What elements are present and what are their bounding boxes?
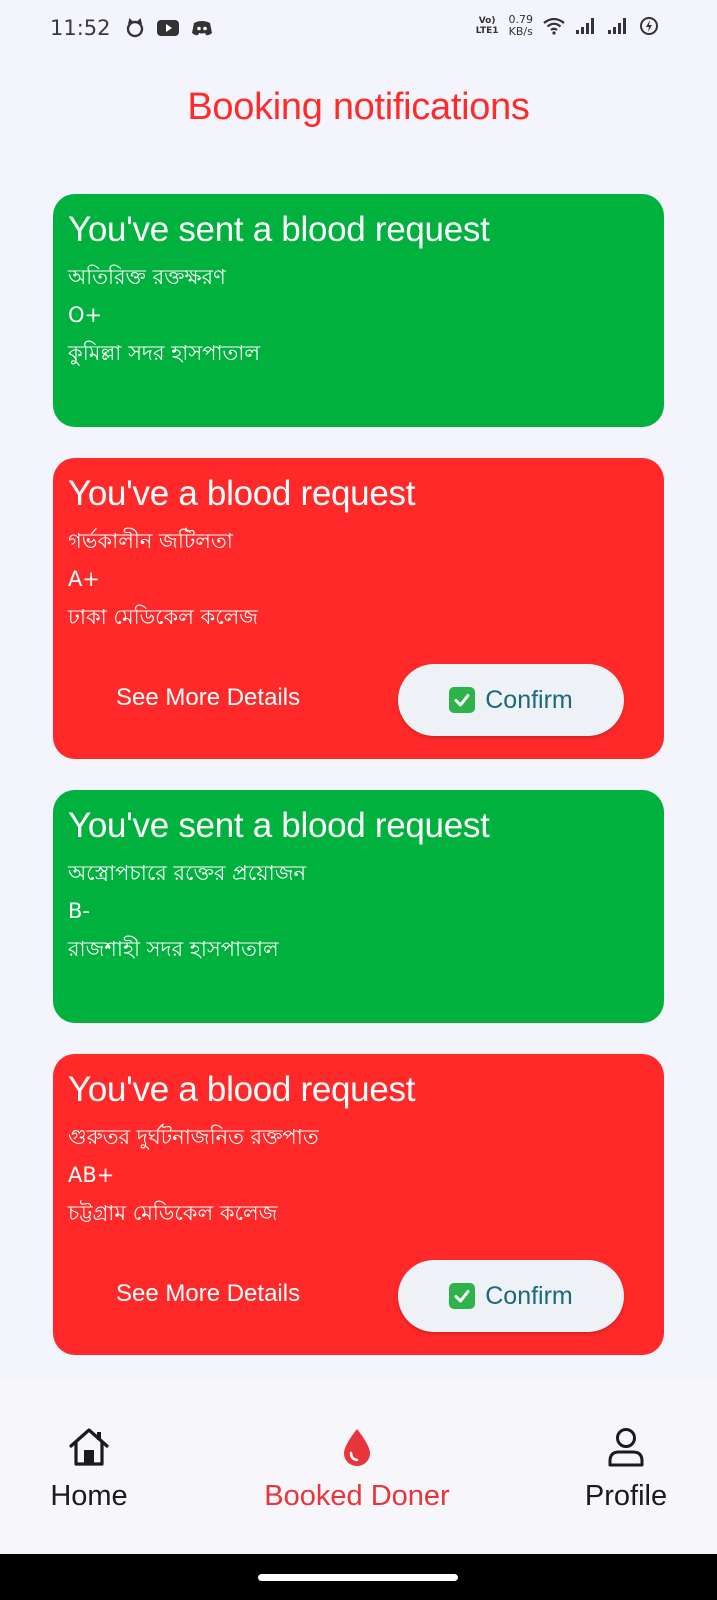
blood-group: B-: [68, 899, 90, 923]
check-mark-icon: [449, 1283, 476, 1309]
notification-card-sent[interactable]: You've sent a blood request অস্ত্রোপচারে…: [53, 790, 664, 1023]
request-reason: অস্ত্রোপচারে রক্তের প্রয়োজন: [68, 861, 307, 885]
card-actions: See More Details Confirm: [53, 664, 664, 736]
notification-card-sent[interactable]: You've sent a blood request অতিরিক্ত রক্…: [53, 194, 664, 427]
card-title: You've a blood request: [68, 1070, 416, 1109]
nav-label-home: Home: [50, 1480, 128, 1512]
confirm-button[interactable]: Confirm: [398, 1260, 624, 1332]
notification-card-received: You've a blood request গর্ভকালীন জটিলতা …: [53, 458, 664, 759]
nav-item-booked-doner[interactable]: Booked Doner: [246, 1426, 468, 1513]
hospital-name: কুমিল্লা সদর হাসপাতাল: [68, 341, 261, 365]
bottom-navigation: Home Booked Doner Profile: [0, 1378, 717, 1554]
see-more-details-button[interactable]: See More Details: [116, 684, 300, 712]
request-reason: অতিরিক্ত রক্তক্ষরণ: [68, 265, 226, 289]
see-more-details-button[interactable]: See More Details: [116, 1280, 300, 1308]
battery-saver-icon: [639, 16, 659, 36]
blood-group: O+: [68, 303, 103, 327]
hospital-name: ঢাকা মেডিকেল কলেজ: [68, 605, 259, 629]
hospital-name: রাজশাহী সদর হাসপাতাল: [68, 937, 279, 961]
blood-group: AB+: [68, 1163, 115, 1187]
request-reason: গুরুতর দুর্ঘটনাজনিত রক্তপাত: [68, 1125, 319, 1149]
cat-icon: [125, 18, 145, 38]
system-navigation-area: [0, 1554, 717, 1600]
card-title: You've sent a blood request: [68, 806, 490, 845]
nav-item-home[interactable]: Home: [44, 1426, 134, 1513]
home-icon: [69, 1428, 109, 1466]
hospital-name: চট্টগ্রাম মেডিকেল কলেজ: [68, 1201, 278, 1225]
signal-icon: [607, 17, 629, 35]
network-speed: 0.79 KB/s: [508, 13, 534, 38]
status-time: 11:52: [50, 16, 111, 40]
check-mark-icon: [449, 687, 476, 713]
card-title: You've a blood request: [68, 474, 416, 513]
nav-item-profile[interactable]: Profile: [576, 1426, 676, 1513]
confirm-label: Confirm: [485, 1281, 573, 1310]
nav-label-booked-doner: Booked Doner: [264, 1480, 450, 1512]
card-actions: See More Details Confirm: [53, 1260, 664, 1332]
blood-drop-icon: [344, 1429, 370, 1466]
status-app-icons: [125, 18, 213, 38]
confirm-label: Confirm: [485, 685, 573, 714]
volte-indicator: Vo) LTE1: [475, 16, 499, 36]
discord-icon: [191, 20, 213, 36]
youtube-icon: [157, 20, 179, 36]
notification-card-received: You've a blood request গুরুতর দুর্ঘটনাজন…: [53, 1054, 664, 1355]
signal-icon: [575, 17, 597, 35]
confirm-button[interactable]: Confirm: [398, 664, 624, 736]
status-system-icons: Vo) LTE1 0.79 KB/s: [476, 14, 659, 38]
gesture-handle[interactable]: [258, 1574, 458, 1581]
request-reason: গর্ভকালীন জটিলতা: [68, 529, 233, 553]
wifi-icon: [543, 17, 565, 35]
blood-group: A+: [68, 567, 100, 591]
nav-label-profile: Profile: [584, 1480, 668, 1512]
status-bar: 11:52 Vo) LTE1 0.79 KB/s: [0, 0, 717, 60]
profile-icon: [608, 1428, 644, 1467]
card-title: You've sent a blood request: [68, 210, 490, 249]
page-title: Booking notifications: [187, 86, 530, 128]
